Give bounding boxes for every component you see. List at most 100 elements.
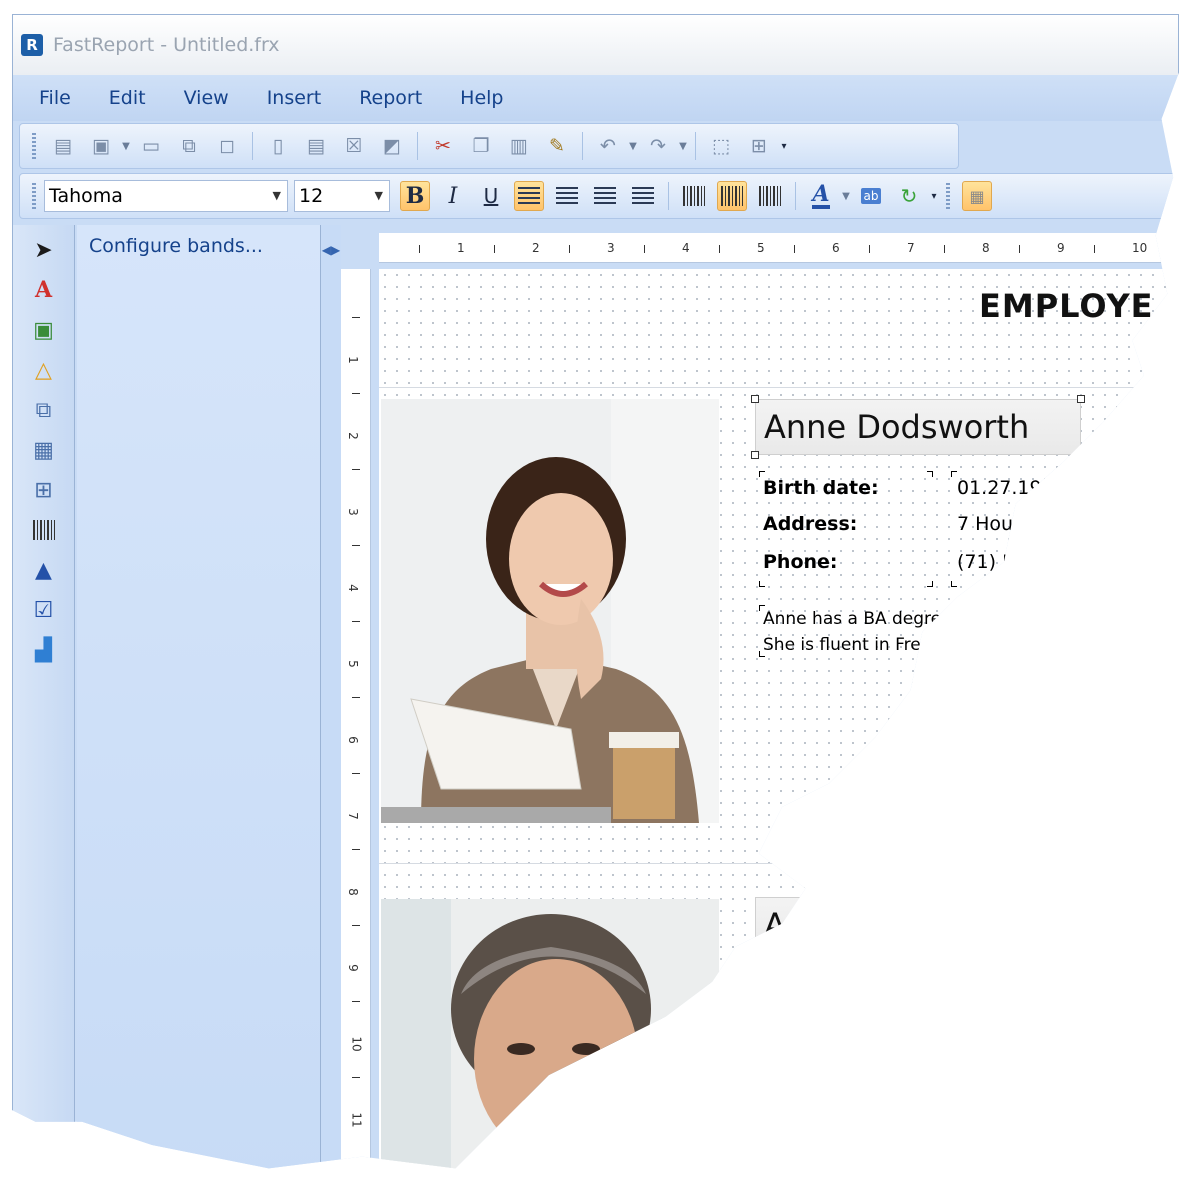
- employee-photo[interactable]: [381, 899, 719, 1169]
- highlight-button[interactable]: ab: [856, 181, 886, 211]
- redo-dropdown-icon[interactable]: ▼: [677, 141, 689, 152]
- notes-line[interactable]: Anne has a BA degree in En: [763, 609, 999, 629]
- toolbar-overflow-icon[interactable]: ▾: [928, 191, 940, 202]
- menu-edit[interactable]: Edit: [109, 87, 146, 109]
- ruler-label: 2: [345, 432, 360, 440]
- font-size-combo[interactable]: 12 ▼: [294, 180, 390, 212]
- group-icon[interactable]: ⬚: [706, 131, 736, 161]
- new-page-icon[interactable]: ▯: [263, 131, 293, 161]
- phone-label[interactable]: Phone:: [763, 551, 838, 573]
- subreport-icon[interactable]: ⧉: [29, 395, 59, 425]
- toolbar-separator: [417, 132, 418, 160]
- underline-button[interactable]: U: [476, 181, 506, 211]
- ruler-tick: [719, 245, 720, 253]
- menu-file[interactable]: File: [39, 87, 71, 109]
- redo-icon[interactable]: ↷: [643, 131, 673, 161]
- chart-icon[interactable]: ▟: [29, 635, 59, 665]
- checkbox-icon[interactable]: ☑: [29, 595, 59, 625]
- ruler-label: 3: [607, 241, 615, 255]
- open-icon[interactable]: ▣: [86, 131, 116, 161]
- chevron-down-icon[interactable]: ▼: [273, 189, 281, 202]
- paste-icon[interactable]: ▥: [504, 131, 534, 161]
- phone-value[interactable]: (71) 555-: [957, 551, 1045, 573]
- barcode-icon[interactable]: [29, 515, 59, 545]
- font-name-combo[interactable]: Tahoma ▼: [44, 180, 288, 212]
- italic-button[interactable]: I: [438, 181, 468, 211]
- align-center-button[interactable]: [552, 181, 582, 211]
- birth-date-label[interactable]: Birth: [763, 967, 816, 989]
- valign-center-button[interactable]: [717, 181, 747, 211]
- object-corner: [927, 471, 933, 477]
- save-all-icon[interactable]: ⧉: [174, 131, 204, 161]
- notes-line[interactable]: She is fluent in French and G: [763, 635, 1008, 655]
- font-size-value: 12: [299, 185, 324, 207]
- report-title[interactable]: EMPLOYE: [979, 287, 1154, 325]
- ruler-tick: [352, 849, 360, 850]
- align-right-button[interactable]: [590, 181, 620, 211]
- toolbar-overflow-icon[interactable]: ▾: [778, 141, 790, 152]
- address-label[interactable]: Address:: [763, 513, 857, 535]
- chevron-down-icon[interactable]: ▼: [375, 189, 383, 202]
- align-left-button[interactable]: [514, 181, 544, 211]
- toolbar-grip[interactable]: [32, 183, 36, 209]
- resize-handle[interactable]: [751, 451, 759, 459]
- resize-handle[interactable]: [751, 395, 759, 403]
- ruler-label: 7: [907, 241, 915, 255]
- panel-splitter[interactable]: ◀▶: [321, 225, 341, 1169]
- employee-name-field[interactable]: And: [755, 897, 885, 953]
- font-color-button[interactable]: A: [806, 181, 836, 211]
- valign-top-button[interactable]: [679, 181, 709, 211]
- ruler-label: 10: [1132, 241, 1148, 255]
- frame-icon: ▦: [969, 186, 985, 206]
- justify-button[interactable]: [628, 181, 658, 211]
- new-dialog-icon[interactable]: ▤: [301, 131, 331, 161]
- resize-handle[interactable]: [1077, 451, 1085, 459]
- frame-button[interactable]: ▦: [962, 181, 992, 211]
- font-color-dropdown-icon[interactable]: ▼: [840, 191, 852, 202]
- birth-date-label[interactable]: Birth date:: [763, 477, 879, 499]
- menu-insert[interactable]: Insert: [267, 87, 322, 109]
- ruler-tick: [644, 245, 645, 253]
- page-setup-icon[interactable]: ◩: [377, 131, 407, 161]
- configure-bands-link[interactable]: Configure bands...: [89, 235, 263, 257]
- valign-bottom-button[interactable]: [755, 181, 785, 211]
- new-report-icon[interactable]: ▤: [48, 131, 78, 161]
- ruler-label: 6: [832, 241, 840, 255]
- menu-report[interactable]: Report: [359, 87, 422, 109]
- toolbar-grip[interactable]: [946, 183, 950, 209]
- text-object-icon[interactable]: A: [29, 275, 59, 305]
- birth-date-value[interactable]: 01.27.19: [957, 477, 1042, 499]
- menu-view[interactable]: View: [184, 87, 229, 109]
- pointer-icon[interactable]: ➤: [29, 235, 59, 265]
- undo-dropdown-icon[interactable]: ▼: [627, 141, 639, 152]
- undo-icon[interactable]: ↶: [593, 131, 623, 161]
- preview-icon[interactable]: ◻: [212, 131, 242, 161]
- table-icon[interactable]: ▦: [29, 435, 59, 465]
- ungroup-icon[interactable]: ⊞: [744, 131, 774, 161]
- menu-help[interactable]: Help: [460, 87, 503, 109]
- matrix-icon[interactable]: ⊞: [29, 475, 59, 505]
- splitter-arrows-icon[interactable]: ◀▶: [321, 243, 341, 257]
- title-bar: R FastReport - Untitled.frx: [13, 15, 1178, 75]
- copy-icon[interactable]: ❐: [466, 131, 496, 161]
- band-separator: [379, 863, 1178, 864]
- cut-icon[interactable]: ✂: [428, 131, 458, 161]
- ruler-tick: [352, 773, 360, 774]
- resize-handle[interactable]: [1077, 395, 1085, 403]
- bold-button[interactable]: B: [400, 181, 430, 211]
- picture-icon[interactable]: ▣: [29, 315, 59, 345]
- ruler-label: 8: [982, 241, 990, 255]
- address-value[interactable]: 7 Hounds: [957, 513, 1047, 535]
- shape-icon[interactable]: △: [29, 355, 59, 385]
- delete-page-icon[interactable]: ☒: [339, 131, 369, 161]
- rotate-button[interactable]: ↻: [894, 181, 924, 211]
- align-left-icon: [518, 187, 540, 205]
- open-dropdown-icon[interactable]: ▼: [120, 141, 132, 152]
- rich-text-icon[interactable]: ▲: [29, 555, 59, 585]
- toolbar-grip[interactable]: [32, 133, 36, 159]
- format-painter-icon[interactable]: ✎: [542, 131, 572, 161]
- save-icon[interactable]: ▭: [136, 131, 166, 161]
- employee-name-field[interactable]: Anne Dodsworth: [755, 399, 1081, 455]
- report-page[interactable]: EMPLOYE Anne Dodsworth Birth date: 01.27…: [379, 269, 1178, 1169]
- employee-photo[interactable]: [381, 399, 719, 823]
